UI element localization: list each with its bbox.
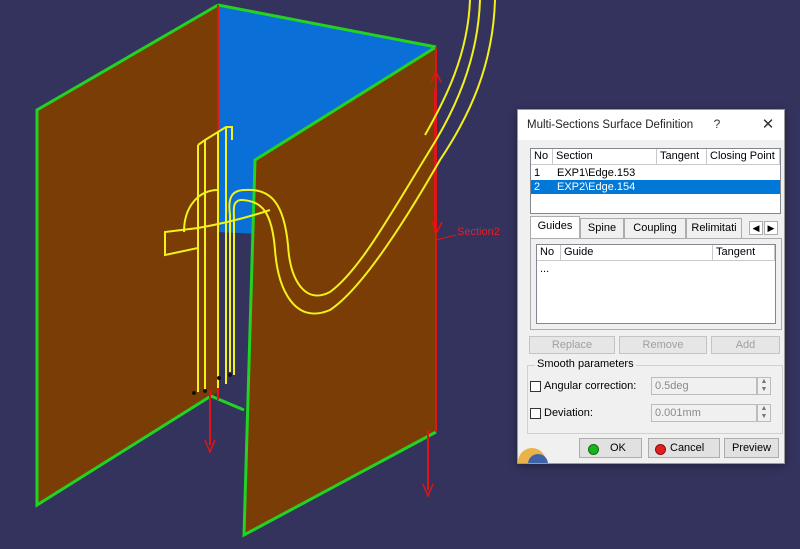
guides-tab-panel: No Guide Tangent ... xyxy=(530,238,782,330)
preview-button[interactable]: Preview xyxy=(724,438,779,458)
section-row-no: 2 xyxy=(534,181,541,193)
column-header-guide[interactable]: Guide xyxy=(561,245,713,261)
section-leader xyxy=(435,234,457,241)
dialog-titlebar[interactable]: Multi-Sections Surface Definition ? ✕ xyxy=(518,110,784,140)
tab-scroll-right-icon[interactable]: ▶ xyxy=(764,221,778,235)
cancel-label: Cancel xyxy=(670,442,705,454)
multi-sections-surface-dialog: Multi-Sections Surface Definition ? ✕ No… xyxy=(517,109,785,464)
smooth-parameters-legend: Smooth parameters xyxy=(535,358,636,370)
tab-scroll-left-icon[interactable]: ◀ xyxy=(749,221,763,235)
section-row-no: 1 xyxy=(534,167,541,179)
dialog-title: Multi-Sections Surface Definition xyxy=(527,119,694,131)
tab-spine[interactable]: Spine xyxy=(580,218,624,238)
section-row-name: EXP1\Edge.153 xyxy=(557,167,636,179)
guide-row-placeholder: ... xyxy=(540,263,550,275)
ok-icon xyxy=(588,444,599,455)
help-button[interactable]: ? xyxy=(710,117,724,131)
tab-coupling[interactable]: Coupling xyxy=(624,218,686,238)
tab-strip: Guides Spine Coupling Relimitati ◀ ▶ xyxy=(530,216,788,238)
deviation-checkbox[interactable] xyxy=(530,408,541,419)
section-row-name: EXP2\Edge.154 xyxy=(557,181,636,193)
left-surface[interactable] xyxy=(37,5,218,505)
tab-guides[interactable]: Guides xyxy=(530,216,580,238)
add-button[interactable]: Add xyxy=(711,336,780,354)
guides-table[interactable]: No Guide Tangent ... xyxy=(536,244,776,324)
angular-correction-checkbox[interactable] xyxy=(530,381,541,392)
tab-relimitation[interactable]: Relimitati xyxy=(686,218,742,238)
cancel-icon xyxy=(655,444,666,455)
ok-button[interactable]: OK xyxy=(579,438,642,458)
column-header-section[interactable]: Section xyxy=(553,149,657,165)
section-row[interactable]: 1 EXP1\Edge.153 xyxy=(531,166,780,180)
angular-correction-spinner[interactable]: ▲ ▼ xyxy=(757,377,771,395)
column-header-tangent[interactable]: Tangent xyxy=(713,245,775,261)
deviation-spinner[interactable]: ▲ ▼ xyxy=(757,404,771,422)
column-header-no[interactable]: No xyxy=(531,149,553,165)
section-row-selected[interactable]: 2 EXP2\Edge.154 xyxy=(531,180,780,194)
deviation-label[interactable]: Deviation: xyxy=(544,407,593,419)
remove-button[interactable]: Remove xyxy=(619,336,707,354)
column-header-tangent[interactable]: Tangent xyxy=(657,149,707,165)
angular-correction-field[interactable]: 0.5deg xyxy=(651,377,757,395)
deviation-field[interactable]: 0.001mm xyxy=(651,404,757,422)
column-header-no[interactable]: No xyxy=(537,245,561,261)
column-header-closing-point[interactable]: Closing Point xyxy=(707,149,780,165)
close-button[interactable]: ✕ xyxy=(760,115,776,133)
section2-label: Section2 xyxy=(457,226,500,238)
sections-table[interactable]: No Section Tangent Closing Point 1 EXP1\… xyxy=(530,148,781,214)
ok-label: OK xyxy=(610,442,626,454)
guide-row[interactable]: ... xyxy=(537,262,775,276)
smooth-parameters-group xyxy=(527,365,783,434)
angular-correction-label[interactable]: Angular correction: xyxy=(544,380,636,392)
replace-button[interactable]: Replace xyxy=(529,336,615,354)
catia-logo xyxy=(518,448,548,463)
cancel-button[interactable]: Cancel xyxy=(648,438,720,458)
